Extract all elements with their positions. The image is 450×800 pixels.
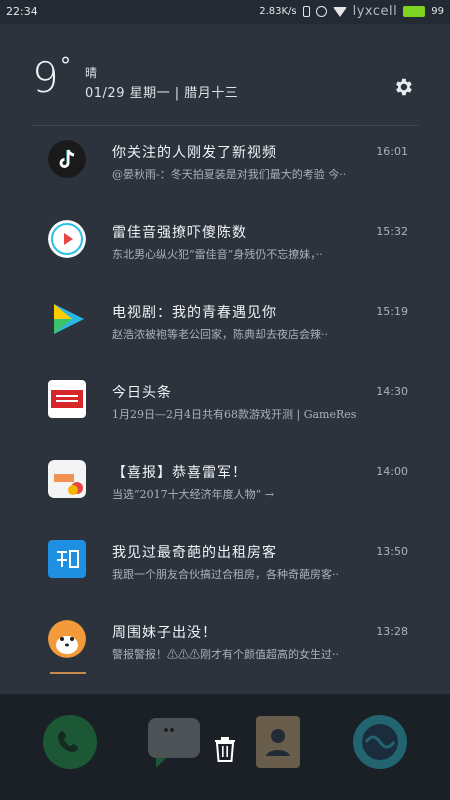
notification-item[interactable]: 【喜报】恭喜雷军！ 14:00 当选“2017十大经济年度人物” → (0, 446, 450, 526)
tiktok-icon (48, 140, 86, 178)
browser-icon[interactable] (352, 714, 408, 770)
wifi-icon (332, 6, 347, 17)
notification-title: 雷佳音强撩吓傻陈数 (112, 225, 247, 241)
weather-header: 9 ° 晴 01/29 星期一 | 腊月十三 (32, 53, 422, 120)
temperature: 9 (32, 53, 59, 102)
alarm-icon (315, 6, 327, 17)
watermark: lyxcell (352, 4, 398, 19)
notification-body: 我跟一个朋友合伙搞过合租房，各种奇葩房客·· (112, 568, 339, 581)
miui-icon (48, 460, 86, 498)
notification-time: 13:28 (376, 625, 408, 638)
date-line: 01/29 星期一 | 腊月十三 (85, 86, 239, 101)
notification-title: 【喜报】恭喜雷军！ (112, 465, 247, 481)
notification-body: 1月29日—2月4日共有68款游戏开测 | GameRes (112, 408, 357, 421)
notification-time: 15:19 (376, 305, 408, 318)
battery-level: 99 (431, 6, 444, 17)
notification-body: 赵浩浓被袍等老公回家，陈典却去夜店会辣·· (112, 328, 328, 341)
notification-body: 当选“2017十大经济年度人物” → (112, 488, 274, 501)
toutiao-icon (48, 380, 86, 418)
notification-time: 14:30 (376, 385, 408, 398)
notification-time: 13:50 (376, 545, 408, 558)
vibrate-icon (302, 6, 310, 17)
scroll-indicator (50, 672, 86, 674)
notification-title: 电视剧：我的青春遇见你 (112, 305, 277, 321)
battery-icon (403, 6, 426, 17)
notification-time: 14:00 (376, 465, 408, 478)
fox-mascot-icon (48, 620, 86, 658)
notification-body: 东北男心纵火犯“雷佳音”身残仍不忘撩妹，·· (112, 248, 323, 261)
notification-time: 16:01 (376, 145, 408, 158)
dock (0, 694, 450, 800)
notification-item[interactable]: 雷佳音强撩吓傻陈数 15:32 东北男心纵火犯“雷佳音”身残仍不忘撩妹，·· (0, 206, 450, 286)
status-bar: 22:34 2.83K/s lyxcell 99 (0, 0, 450, 24)
status-right: 2.83K/s lyxcell 99 (259, 4, 444, 19)
messages-icon[interactable] (146, 714, 202, 770)
notification-title: 今日头条 (112, 385, 172, 401)
notification-list: 你关注的人刚发了新视频 16:01 @晏秋雨-：冬天拍夏装是对我们最大的考验 今… (0, 126, 450, 686)
video-player-icon (48, 300, 86, 338)
notification-item[interactable]: 周围妹子出没！ 13:28 警报警报！⚠⚠⚠刚才有个颜值超高的女生过·· (0, 606, 450, 686)
notification-item[interactable]: 电视剧：我的青春遇见你 15:19 赵浩浓被袍等老公回家，陈典却去夜店会辣·· (0, 286, 450, 366)
notification-title: 你关注的人刚发了新视频 (112, 145, 277, 161)
contacts-icon[interactable] (250, 714, 306, 770)
trash-icon[interactable] (213, 736, 237, 762)
notification-item[interactable]: 你关注的人刚发了新视频 16:01 @晏秋雨-：冬天拍夏装是对我们最大的考验 今… (0, 126, 450, 206)
gear-icon[interactable] (392, 76, 414, 98)
notification-time: 15:32 (376, 225, 408, 238)
notification-body: 警报警报！⚠⚠⚠刚才有个颜值超高的女生过·· (112, 648, 339, 661)
notification-item[interactable]: 今日头条 14:30 1月29日—2月4日共有68款游戏开测 | GameRes (0, 366, 450, 446)
notification-item[interactable]: 我见过最奇葩的出租房客 13:50 我跟一个朋友合伙搞过合租房，各种奇葩房客·· (0, 526, 450, 606)
status-time: 22:34 (6, 5, 38, 18)
music-player-icon (48, 220, 86, 258)
degree-symbol: ° (60, 54, 71, 79)
notification-title: 周围妹子出没！ (112, 625, 217, 641)
notification-title: 我见过最奇葩的出租房客 (112, 545, 277, 561)
weather-condition: 晴 (85, 66, 98, 80)
zhihu-icon (48, 540, 86, 578)
notification-body: @晏秋雨-：冬天拍夏装是对我们最大的考验 今·· (112, 168, 347, 181)
net-speed: 2.83K/s (259, 6, 297, 17)
phone-icon[interactable] (42, 714, 98, 770)
